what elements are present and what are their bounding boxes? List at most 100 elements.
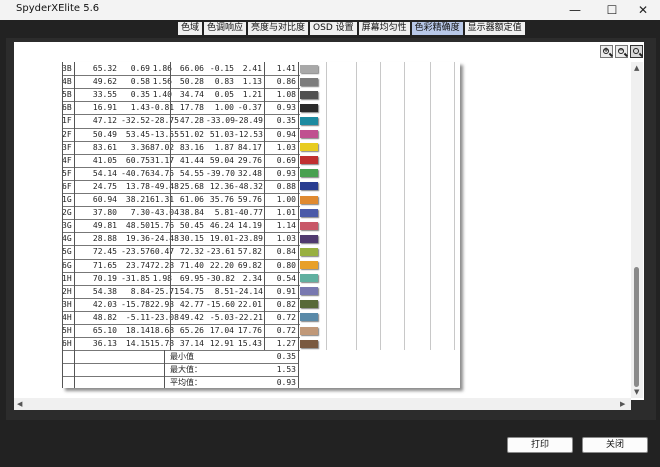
measured-value: -49.48	[150, 181, 179, 191]
measured-value: 1.43	[130, 103, 150, 113]
measured-value: -31.85	[121, 273, 150, 283]
reference-value: 72.32	[179, 247, 204, 257]
measured-value: -23.57	[121, 247, 150, 257]
scroll-right-icon[interactable]: ▶	[620, 400, 625, 408]
zoom-out-icon[interactable]: −	[615, 45, 628, 58]
patch-swatch	[300, 77, 318, 86]
scroll-down-icon[interactable]: ▼	[634, 388, 639, 396]
print-button[interactable]: 打印	[507, 437, 573, 453]
tab-6[interactable]: 显示器额定值	[464, 22, 525, 35]
reference-value: 2.34	[242, 273, 262, 283]
measured-value: 48.50	[125, 221, 150, 231]
tab-5[interactable]: 色彩精确度	[411, 22, 463, 35]
tab-2[interactable]: 亮度与对比度	[248, 22, 309, 35]
tab-3[interactable]: OSD 设置	[310, 22, 357, 35]
measured-value: 42.03	[92, 299, 117, 309]
chart-gridline	[326, 62, 327, 350]
delta-e-value: 1.14	[276, 221, 296, 231]
reference-value: -0.37	[237, 103, 262, 113]
reference-value: 5.81	[214, 208, 234, 218]
delta-e-value: 0.82	[276, 299, 296, 309]
column-divider	[264, 62, 265, 351]
scroll-left-icon[interactable]: ◀	[17, 400, 22, 408]
close-button[interactable]: 关闭	[582, 437, 648, 453]
delta-e-value: 0.80	[276, 260, 296, 270]
measured-value: 3.36	[130, 142, 150, 152]
measured-value: 50.49	[92, 129, 117, 139]
maximize-button[interactable]: ☐	[595, 0, 629, 20]
measured-value: 36.13	[92, 339, 117, 349]
reference-value: 54.55	[179, 168, 204, 178]
measured-value: 33.55	[92, 90, 117, 100]
reference-value: 0.83	[214, 77, 234, 87]
measured-value: 23.74	[125, 260, 150, 270]
reference-value: 65.26	[179, 326, 204, 335]
accuracy-report-page: 3B 65.32 0.69 1.86 66.06 -0.15 2.41 1.41 4B 49.62…	[62, 62, 460, 388]
chart-gridline	[430, 62, 431, 350]
column-divider	[62, 62, 63, 351]
reference-value: -48.32	[234, 181, 263, 191]
patch-swatch	[300, 247, 318, 256]
tab-4[interactable]: 屏幕均匀性	[358, 22, 410, 35]
delta-e-value: 0.93	[276, 168, 296, 178]
measured-value: 70.19	[92, 273, 117, 283]
horizontal-scrollbar[interactable]: ◀ ▶	[14, 398, 631, 410]
patch-swatch	[300, 221, 318, 230]
title-bar: SpyderXElite 5.6 — ☐ ✕	[0, 0, 660, 21]
delta-e-value: 0.86	[276, 77, 296, 87]
tab-1[interactable]: 色调响应	[204, 22, 247, 35]
delta-e-value: 0.72	[276, 312, 296, 322]
measured-value: 7.30	[130, 208, 150, 218]
reference-value: 37.14	[179, 339, 204, 349]
reference-value: 84.17	[237, 142, 262, 152]
patch-swatch	[300, 90, 318, 99]
measured-value: 37.80	[92, 208, 117, 218]
patch-swatch	[300, 130, 318, 138]
measured-value: 60.75	[125, 155, 150, 165]
reference-value: 50.28	[179, 77, 204, 87]
patch-swatch	[300, 274, 318, 283]
reference-value: 38.84	[179, 208, 204, 218]
measured-value: -23.08	[150, 312, 179, 322]
chart-gridline	[356, 62, 357, 350]
tab-bar: 色域 色调响应 亮度与对比度 OSD 设置 屏幕均匀性 色彩精确度 显示器额定值	[178, 22, 527, 35]
measured-value: -28.75	[150, 116, 179, 126]
measured-value: -32.52	[121, 116, 150, 126]
measured-value: -43.04	[150, 208, 179, 218]
reference-value: 17.76	[237, 326, 262, 335]
patch-swatch	[300, 287, 318, 296]
reference-value: -23.61	[206, 247, 235, 257]
patch-swatch	[300, 143, 318, 152]
measured-value: 71.65	[92, 260, 117, 270]
reference-value: -40.77	[234, 208, 263, 218]
delta-e-value: 0.72	[276, 326, 296, 335]
patch-swatch	[300, 64, 318, 73]
delta-e-value: 1.08	[276, 90, 296, 100]
vertical-scroll-thumb[interactable]	[634, 267, 639, 387]
app-title: SpyderXElite 5.6	[16, 3, 100, 14]
delta-e-value: 1.27	[276, 339, 296, 349]
measured-value: 8.84	[130, 286, 150, 296]
reference-value: 2.41	[242, 64, 262, 73]
zoom-in-icon[interactable]: +	[600, 45, 613, 58]
reference-value: -15.60	[206, 299, 235, 309]
reference-value: 51.03	[209, 129, 234, 139]
measured-value: 24.75	[92, 181, 117, 191]
scroll-up-icon[interactable]: ▲	[634, 64, 639, 72]
reference-value: 69.82	[237, 260, 262, 270]
measured-value: 53.45	[125, 129, 150, 139]
reference-value: 17.78	[179, 103, 204, 113]
patch-swatch	[300, 313, 318, 322]
vertical-scrollbar[interactable]: ▲ ▼	[631, 62, 643, 398]
tab-0[interactable]: 色域	[178, 22, 203, 35]
measured-value: 1.86	[152, 64, 172, 73]
minimize-button[interactable]: —	[558, 0, 592, 20]
close-window-button[interactable]: ✕	[626, 0, 660, 20]
zoom-fit-icon[interactable]	[630, 45, 643, 58]
measured-value: 15.78	[150, 339, 175, 349]
reference-value: 71.40	[179, 260, 204, 270]
measured-value: 1.98	[152, 273, 172, 283]
reference-value: 59.76	[237, 195, 262, 204]
summary-value: 0.35	[276, 352, 296, 362]
reference-value: 0.05	[214, 90, 234, 100]
